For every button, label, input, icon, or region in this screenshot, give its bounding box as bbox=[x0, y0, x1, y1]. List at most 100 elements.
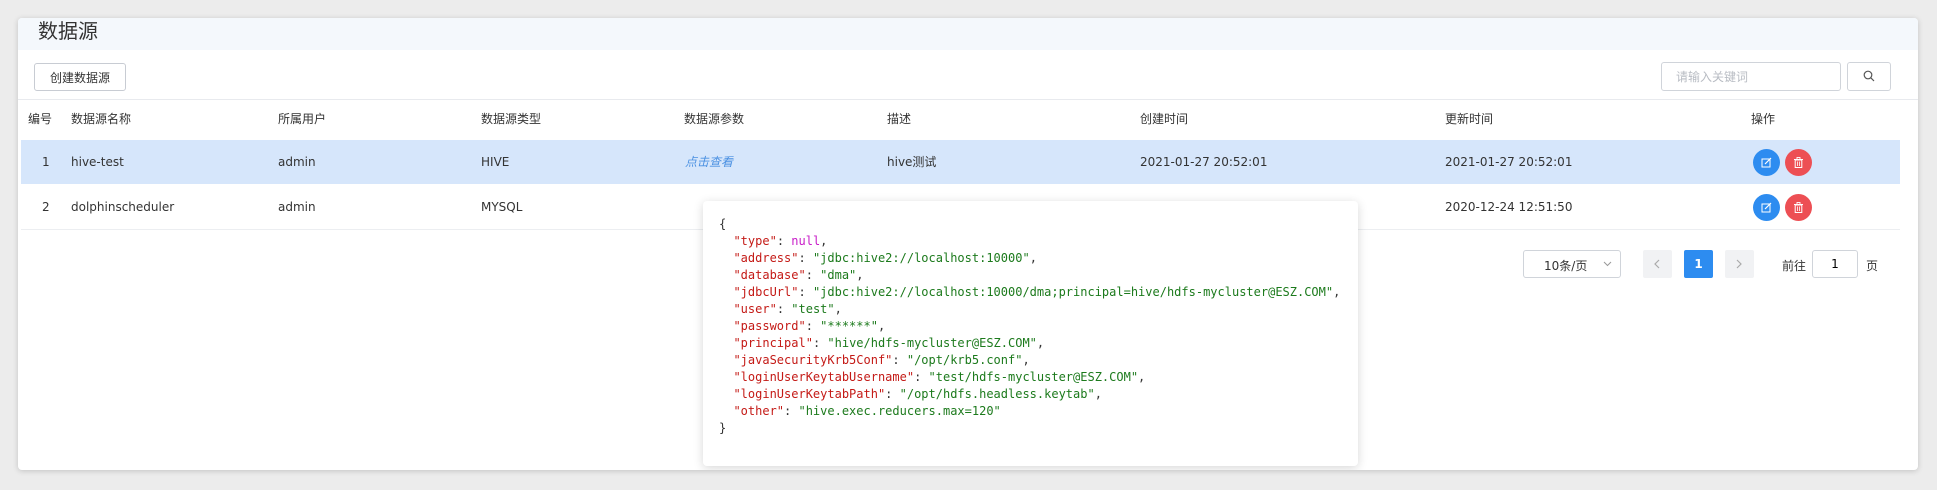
json-value: "test/hdfs-mycluster@ESZ.COM" bbox=[928, 370, 1139, 384]
prev-page-button[interactable] bbox=[1643, 250, 1672, 278]
table-row[interactable]: 1 hive-test admin HIVE 点击查看 hive测试 2021-… bbox=[21, 140, 1900, 184]
json-lines: "type": null, "address": "jdbc:hive2://l… bbox=[719, 233, 1340, 420]
json-value: "jdbc:hive2://localhost:10000/dma;princi… bbox=[812, 285, 1334, 299]
goto-unit: 页 bbox=[1866, 259, 1879, 273]
json-line: "loginUserKeytabUsername": "test/hdfs-my… bbox=[719, 369, 1340, 386]
trash-icon bbox=[1794, 157, 1803, 168]
json-colon: : bbox=[798, 285, 813, 299]
json-line: "address": "jdbc:hive2://localhost:10000… bbox=[719, 250, 1340, 267]
json-line: "user": "test", bbox=[719, 301, 1340, 318]
json-colon: : bbox=[812, 336, 828, 350]
json-line: "javaSecurityKrb5Conf": "/opt/krb5.conf"… bbox=[719, 352, 1340, 369]
search-input[interactable] bbox=[1661, 62, 1841, 91]
json-line: "other": "hive.exec.reducers.max=120" bbox=[719, 403, 1340, 420]
page-size-select[interactable]: 10条/页 bbox=[1523, 250, 1621, 278]
delete-button[interactable] bbox=[1785, 194, 1812, 221]
json-comma: , bbox=[820, 234, 828, 248]
json-value: null bbox=[791, 234, 821, 248]
cell-id: 1 bbox=[42, 155, 50, 169]
cell-name: dolphinscheduler bbox=[71, 200, 175, 214]
chevron-right-icon bbox=[1736, 259, 1742, 269]
header-actions: 操作 bbox=[1751, 112, 1776, 126]
cell-id: 2 bbox=[42, 200, 50, 214]
json-line: "password": "******", bbox=[719, 318, 1340, 335]
params-json: { "type": null, "address": "jdbc:hive2:/… bbox=[719, 216, 1340, 437]
json-comma: , bbox=[856, 268, 864, 282]
json-comma: , bbox=[1036, 336, 1045, 350]
json-comma: , bbox=[1333, 285, 1341, 299]
edit-button[interactable] bbox=[1753, 149, 1780, 176]
next-page-button[interactable] bbox=[1725, 250, 1754, 278]
json-key: "user" bbox=[733, 302, 777, 316]
json-close-brace: } bbox=[719, 421, 727, 435]
json-colon: : bbox=[892, 353, 907, 367]
json-line: "jdbcUrl": "jdbc:hive2://localhost:10000… bbox=[719, 284, 1340, 301]
json-key: "loginUserKeytabPath" bbox=[733, 387, 886, 401]
json-colon: : bbox=[784, 404, 799, 418]
json-line: "principal": "hive/hdfs-mycluster@ESZ.CO… bbox=[719, 335, 1340, 352]
header-created: 创建时间 bbox=[1140, 112, 1189, 126]
json-key: "principal" bbox=[733, 336, 813, 350]
json-value: "hive.exec.reducers.max=120" bbox=[798, 404, 1001, 418]
create-datasource-button[interactable]: 创建数据源 bbox=[34, 63, 126, 91]
cell-updated: 2021-01-27 20:52:01 bbox=[1445, 155, 1573, 169]
chevron-left-icon bbox=[1654, 259, 1660, 269]
params-popover: { "type": null, "address": "jdbc:hive2:/… bbox=[703, 201, 1358, 466]
view-params-link[interactable]: 点击查看 bbox=[685, 154, 733, 170]
edit-icon bbox=[1761, 157, 1772, 168]
toolbar-divider bbox=[18, 99, 1918, 100]
header-updated: 更新时间 bbox=[1445, 112, 1494, 126]
header-params: 数据源参数 bbox=[684, 112, 745, 126]
delete-button[interactable] bbox=[1785, 149, 1812, 176]
header-name: 数据源名称 bbox=[71, 112, 132, 126]
edit-icon bbox=[1761, 202, 1772, 213]
cell-created: 2021-01-27 20:52:01 bbox=[1140, 155, 1268, 169]
header-type: 数据源类型 bbox=[481, 112, 542, 126]
json-key: "type" bbox=[733, 234, 777, 248]
json-line: "database": "dma", bbox=[719, 267, 1340, 284]
json-colon: : bbox=[805, 319, 821, 333]
header-desc: 描述 bbox=[887, 112, 912, 126]
json-line: "type": null, bbox=[719, 233, 1340, 250]
json-open-brace: { bbox=[719, 217, 727, 231]
title-bar: 数据源 bbox=[18, 18, 1918, 50]
page-1-button[interactable]: 1 bbox=[1684, 250, 1713, 278]
search-button[interactable] bbox=[1847, 62, 1891, 91]
goto-label: 前往 bbox=[1782, 259, 1807, 273]
json-key: "javaSecurityKrb5Conf" bbox=[733, 353, 893, 367]
json-colon: : bbox=[885, 387, 900, 401]
json-key: "jdbcUrl" bbox=[733, 285, 799, 299]
json-line: "loginUserKeytabPath": "/opt/hdfs.headle… bbox=[719, 386, 1340, 403]
header-id: 编号 bbox=[28, 112, 53, 126]
json-comma: , bbox=[877, 319, 886, 333]
json-comma: , bbox=[1022, 353, 1030, 367]
header-user: 所属用户 bbox=[278, 112, 327, 126]
json-colon: : bbox=[776, 302, 792, 316]
json-value: "/opt/krb5.conf" bbox=[906, 353, 1023, 367]
cell-user: admin bbox=[278, 200, 316, 214]
json-value: "/opt/hdfs.headless.keytab" bbox=[899, 387, 1095, 401]
json-key: "other" bbox=[733, 404, 785, 418]
json-value: "jdbc:hive2://localhost:10000" bbox=[812, 251, 1030, 265]
json-comma: , bbox=[1029, 251, 1037, 265]
page-title: 数据源 bbox=[38, 19, 98, 43]
cell-updated: 2020-12-24 12:51:50 bbox=[1445, 200, 1573, 214]
goto-page-input[interactable] bbox=[1812, 250, 1858, 278]
json-key: "password" bbox=[733, 319, 806, 333]
search-icon bbox=[1863, 70, 1875, 82]
json-key: "loginUserKeytabUsername" bbox=[733, 370, 915, 384]
edit-button[interactable] bbox=[1753, 194, 1780, 221]
json-value: "test" bbox=[791, 302, 835, 316]
json-colon: : bbox=[914, 370, 929, 384]
json-key: "address" bbox=[733, 251, 799, 265]
